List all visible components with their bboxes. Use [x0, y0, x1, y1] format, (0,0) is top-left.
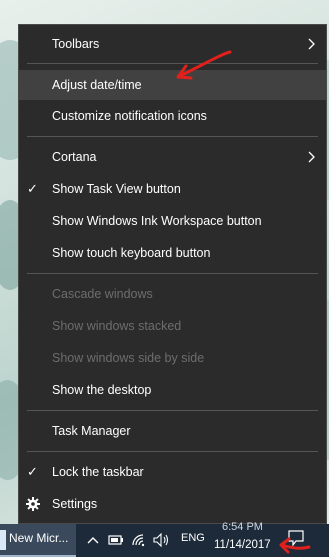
chevron-up-icon[interactable] — [84, 530, 102, 550]
clock-time[interactable]: 6:54 PM — [222, 521, 263, 533]
taskbar-context-menu: Toolbars Adjust date/time Customize noti… — [18, 24, 327, 524]
annotation-arrow-icon — [176, 50, 232, 80]
menu-separator — [27, 273, 318, 274]
menu-item-label: Customize notification icons — [52, 109, 207, 123]
menu-item-task-manager[interactable]: Task Manager — [19, 416, 326, 446]
chevron-right-icon — [308, 29, 318, 59]
battery-icon[interactable] — [107, 530, 125, 550]
chevron-right-icon — [308, 142, 318, 172]
menu-item-show-windows-side-by-side: Show windows side by side — [19, 343, 326, 373]
menu-item-label: Show Windows Ink Workspace button — [52, 214, 262, 228]
menu-item-settings[interactable]: Settings — [19, 489, 326, 519]
menu-item-label: Task Manager — [52, 424, 131, 438]
menu-item-label: Settings — [52, 497, 98, 511]
checkmark-icon: ✓ — [27, 181, 38, 196]
wifi-icon[interactable] — [130, 530, 148, 550]
menu-item-label: Toolbars — [52, 37, 100, 51]
menu-item-show-the-desktop[interactable]: Show the desktop — [19, 375, 326, 405]
taskbar-app-label: New Micr... — [9, 531, 69, 545]
checkmark-icon: ✓ — [27, 464, 38, 479]
volume-icon[interactable] — [153, 530, 171, 550]
menu-item-show-windows-stacked: Show windows stacked — [19, 311, 326, 341]
menu-separator — [27, 410, 318, 411]
menu-item-label: Adjust date/time — [52, 78, 142, 92]
app-icon — [0, 530, 6, 550]
menu-item-cortana[interactable]: Cortana — [19, 142, 326, 172]
menu-item-show-task-view-button[interactable]: ✓ Show Task View button — [19, 174, 326, 204]
menu-separator — [27, 136, 318, 137]
menu-item-label: Show windows stacked — [52, 319, 182, 333]
menu-item-cascade-windows: Cascade windows — [19, 279, 326, 309]
annotation-arrow-icon — [279, 537, 311, 554]
menu-item-customize-notification-icons[interactable]: Customize notification icons — [19, 101, 326, 131]
menu-item-show-touch-keyboard-button[interactable]: Show touch keyboard button — [19, 238, 326, 268]
menu-item-label: Show the desktop — [52, 383, 152, 397]
language-indicator[interactable]: ENG — [181, 524, 205, 557]
menu-item-label: Show windows side by side — [52, 351, 205, 365]
menu-item-label: Cascade windows — [52, 287, 153, 301]
clock-date[interactable]: 11/14/2017 — [214, 539, 271, 551]
menu-item-label: Show Task View button — [52, 182, 181, 196]
menu-item-label: Show touch keyboard button — [52, 246, 211, 260]
taskbar-app-button[interactable]: New Micr... — [0, 524, 76, 557]
menu-item-lock-the-taskbar[interactable]: ✓ Lock the taskbar — [19, 457, 326, 487]
menu-separator — [27, 451, 318, 452]
gear-icon — [26, 489, 42, 519]
menu-item-label: Lock the taskbar — [52, 465, 144, 479]
menu-item-label: Cortana — [52, 150, 97, 164]
menu-item-show-windows-ink-workspace-button[interactable]: Show Windows Ink Workspace button — [19, 206, 326, 236]
